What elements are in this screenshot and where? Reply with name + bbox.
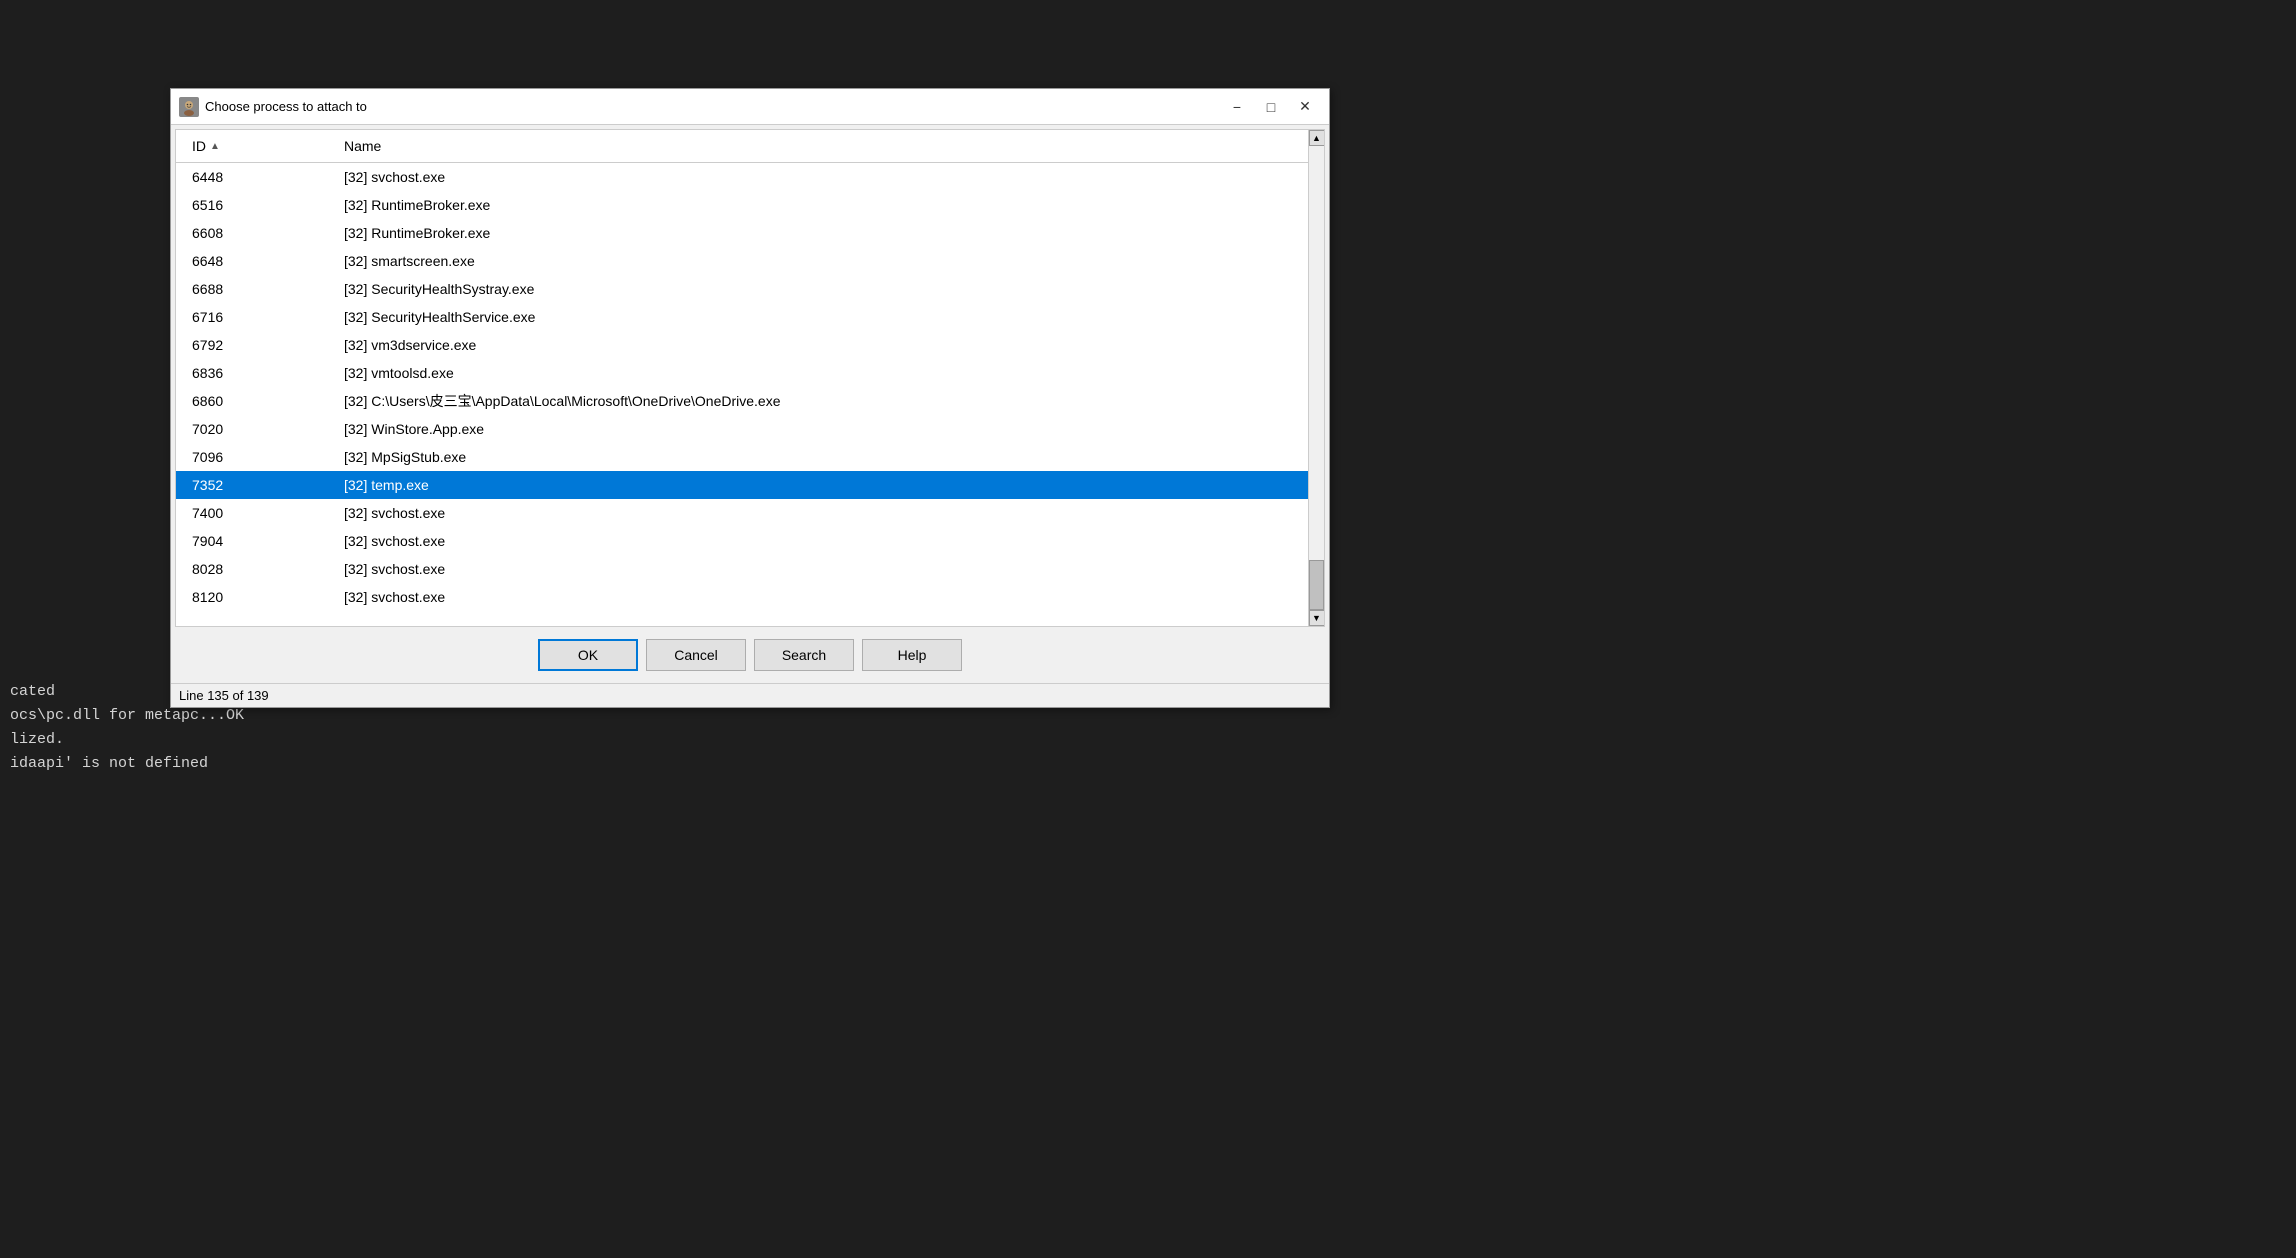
process-name-cell: [32] RuntimeBroker.exe xyxy=(336,195,1324,215)
dialog-icon xyxy=(179,97,199,117)
title-bar: Choose process to attach to − □ ✕ xyxy=(171,89,1329,125)
process-name-cell: [32] C:\Users\皮三宝\AppData\Local\Microsof… xyxy=(336,389,1324,413)
table-row[interactable]: 6860[32] C:\Users\皮三宝\AppData\Local\Micr… xyxy=(176,387,1324,415)
minimize-button[interactable]: − xyxy=(1221,94,1253,120)
table-row[interactable]: 6688[32] SecurityHealthSystray.exe xyxy=(176,275,1324,303)
sort-arrow-icon: ▲ xyxy=(210,141,220,152)
button-area: OK Cancel Search Help xyxy=(171,627,1329,683)
maximize-button[interactable]: □ xyxy=(1255,94,1287,120)
process-id-cell: 6860 xyxy=(176,391,336,411)
table-row[interactable]: 7096[32] MpSigStub.exe xyxy=(176,443,1324,471)
process-name-cell: [32] temp.exe xyxy=(336,475,1324,495)
process-id-cell: 6448 xyxy=(176,167,336,187)
terminal-line-5: idaapi' is not defined xyxy=(10,752,2286,776)
search-button[interactable]: Search xyxy=(754,639,854,671)
cancel-button[interactable]: Cancel xyxy=(646,639,746,671)
process-name-cell: [32] MpSigStub.exe xyxy=(336,447,1324,467)
table-row[interactable]: 8120[32] svchost.exe xyxy=(176,583,1324,611)
table-header: ID ▲ Name xyxy=(176,130,1324,163)
process-name-cell: [32] svchost.exe xyxy=(336,503,1324,523)
process-id-cell: 6516 xyxy=(176,195,336,215)
choose-process-dialog: Choose process to attach to − □ ✕ ID ▲ N… xyxy=(170,88,1330,708)
process-name-cell: [32] svchost.exe xyxy=(336,587,1324,607)
process-list[interactable]: 6448[32] svchost.exe6516[32] RuntimeBrok… xyxy=(176,163,1324,626)
process-id-cell: 6716 xyxy=(176,307,336,327)
scroll-up-arrow[interactable]: ▲ xyxy=(1309,130,1325,146)
column-header-name: Name xyxy=(336,136,1324,156)
app-icon-svg xyxy=(180,98,198,116)
table-row[interactable]: 7352[32] temp.exe xyxy=(176,471,1324,499)
table-row[interactable]: 6448[32] svchost.exe xyxy=(176,163,1324,191)
process-name-cell: [32] SecurityHealthService.exe xyxy=(336,307,1324,327)
process-name-cell: [32] svchost.exe xyxy=(336,559,1324,579)
table-row[interactable]: 6716[32] SecurityHealthService.exe xyxy=(176,303,1324,331)
table-row[interactable]: 6792[32] vm3dservice.exe xyxy=(176,331,1324,359)
process-name-cell: [32] vmtoolsd.exe xyxy=(336,363,1324,383)
process-name-cell: [32] smartscreen.exe xyxy=(336,251,1324,271)
process-id-cell: 6608 xyxy=(176,223,336,243)
process-name-cell: [32] SecurityHealthSystray.exe xyxy=(336,279,1324,299)
status-text: Line 135 of 139 xyxy=(179,688,269,703)
terminal-line-4: lized. xyxy=(10,728,2286,752)
process-name-cell: [32] svchost.exe xyxy=(336,167,1324,187)
process-id-cell: 8120 xyxy=(176,587,336,607)
dialog-title: Choose process to attach to xyxy=(205,99,1221,114)
process-name-cell: [32] vm3dservice.exe xyxy=(336,335,1324,355)
process-id-cell: 7400 xyxy=(176,503,336,523)
process-id-cell: 8028 xyxy=(176,559,336,579)
table-row[interactable]: 6608[32] RuntimeBroker.exe xyxy=(176,219,1324,247)
ok-button[interactable]: OK xyxy=(538,639,638,671)
process-id-cell: 6688 xyxy=(176,279,336,299)
scroll-thumb[interactable] xyxy=(1309,560,1324,610)
process-table: ID ▲ Name 6448[32] svchost.exe6516[32] R… xyxy=(175,129,1325,627)
process-id-cell: 6792 xyxy=(176,335,336,355)
title-controls: − □ ✕ xyxy=(1221,94,1321,120)
table-row[interactable]: 7020[32] WinStore.App.exe xyxy=(176,415,1324,443)
status-bar: Line 135 of 139 xyxy=(171,683,1329,707)
process-id-cell: 7352 xyxy=(176,475,336,495)
table-row[interactable]: 6516[32] RuntimeBroker.exe xyxy=(176,191,1324,219)
process-id-cell: 7096 xyxy=(176,447,336,467)
scroll-down-arrow[interactable]: ▼ xyxy=(1309,610,1325,626)
process-name-cell: [32] WinStore.App.exe xyxy=(336,419,1324,439)
table-row[interactable]: 8028[32] svchost.exe xyxy=(176,555,1324,583)
process-id-cell: 7904 xyxy=(176,531,336,551)
table-row[interactable]: 7400[32] svchost.exe xyxy=(176,499,1324,527)
process-id-cell: 7020 xyxy=(176,419,336,439)
vertical-scrollbar[interactable]: ▲ ▼ xyxy=(1308,130,1324,626)
process-id-cell: 6648 xyxy=(176,251,336,271)
table-row[interactable]: 6836[32] vmtoolsd.exe xyxy=(176,359,1324,387)
table-row[interactable]: 7904[32] svchost.exe xyxy=(176,527,1324,555)
close-button[interactable]: ✕ xyxy=(1289,94,1321,120)
table-row[interactable]: 6648[32] smartscreen.exe xyxy=(176,247,1324,275)
process-id-cell: 6836 xyxy=(176,363,336,383)
column-header-id: ID ▲ xyxy=(176,136,336,156)
process-name-cell: [32] svchost.exe xyxy=(336,531,1324,551)
scroll-track xyxy=(1309,146,1324,610)
help-button[interactable]: Help xyxy=(862,639,962,671)
process-name-cell: [32] RuntimeBroker.exe xyxy=(336,223,1324,243)
